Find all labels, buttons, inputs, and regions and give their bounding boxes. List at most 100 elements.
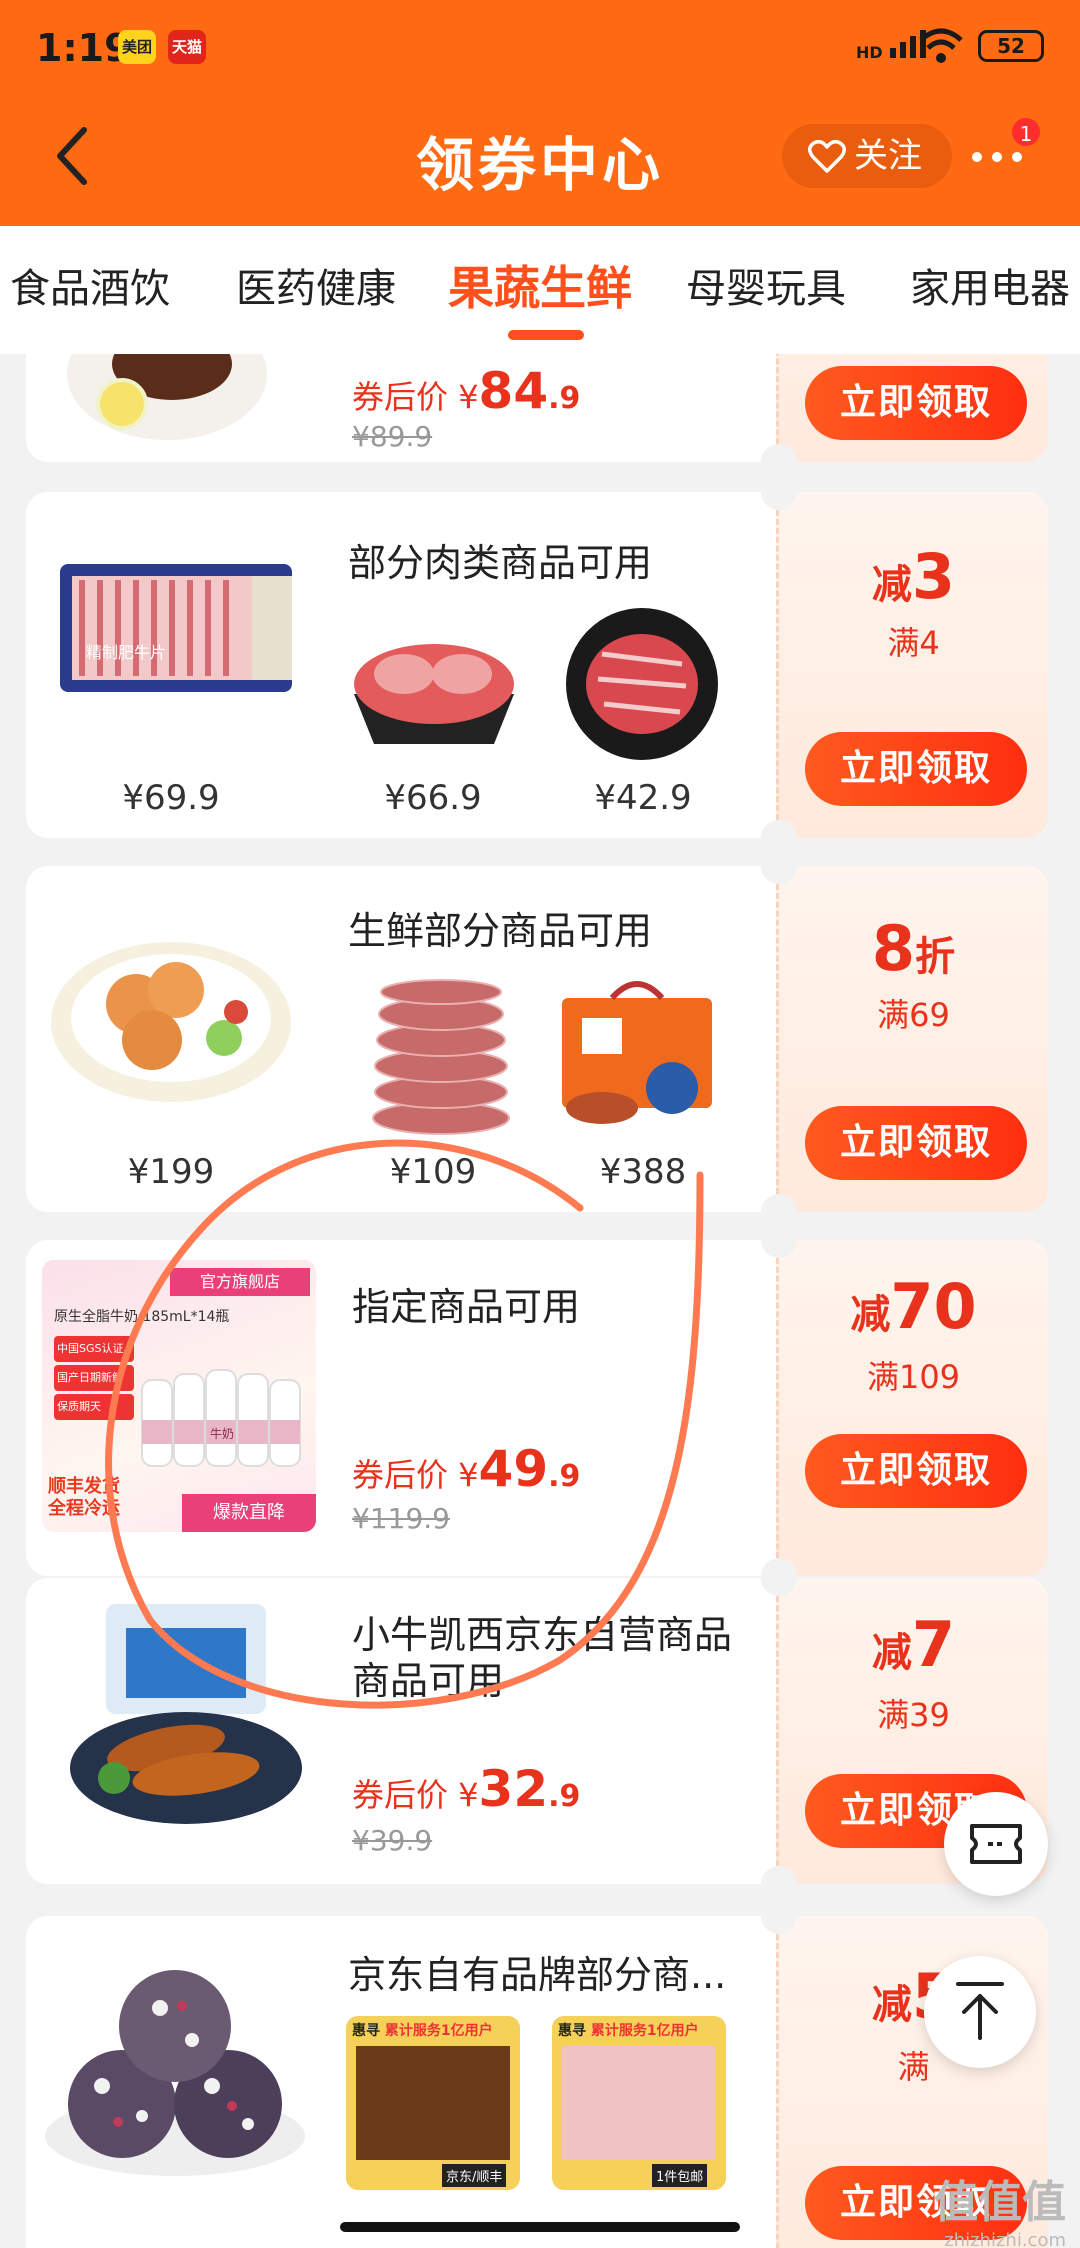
coupon-card: 京东自有品牌部分商... 惠寻 累计服务1亿用户 京东/顺丰 惠寻 累计服务1亿…: [26, 1916, 1048, 2248]
product-photo: [356, 2046, 510, 2160]
battery-icon: 52: [978, 30, 1044, 62]
discount-amount: 减70: [850, 1270, 977, 1343]
product-price: ¥42.9: [594, 778, 692, 818]
coupon-notch: [761, 1866, 797, 1884]
discount-condition: 满4: [887, 624, 940, 662]
coupon-notch: [761, 1916, 797, 1934]
coupon-panel: 立即领取: [761, 354, 1048, 462]
tab-appliances[interactable]: 家用电器: [910, 256, 1070, 314]
product-image: 官方旗舰店 原生全脂牛奶 185mL*14瓶 中国SGS认证 国产日期新鲜 保质…: [42, 1260, 316, 1532]
product-price: ¥69.9: [122, 778, 220, 818]
product-image: [70, 1604, 302, 1824]
product-price: ¥109: [389, 1152, 477, 1192]
ticket-icon: [970, 1824, 1022, 1864]
coupon-notch: [761, 444, 797, 462]
coupon-card: 精制肥牛片 ¥69.9 部分肉类商品可用 ¥66.9 ¥42.9 减3 满4 立…: [26, 492, 1048, 838]
coupon-card: ¥199 生鲜部分商品可用 ¥109 ¥388 8折 满69 立即领取: [26, 866, 1048, 1212]
discount-amount: 减7: [871, 1608, 956, 1681]
message-count-badge: 1: [1010, 116, 1042, 148]
product-image: 惠寻 累计服务1亿用户 1件包邮: [552, 2016, 726, 2190]
bottle-label: 牛奶: [210, 1426, 234, 1441]
feature-tags: 中国SGS认证 国产日期新鲜 保质期天: [54, 1336, 134, 1420]
home-indicator[interactable]: [340, 2222, 740, 2232]
discount-amount: 8折: [871, 912, 956, 985]
more-dot-icon: [992, 152, 1002, 162]
brand-tag: 惠寻 累计服务1亿用户: [558, 2023, 699, 2039]
after-coupon-price: 券后价 ¥32.9: [352, 1760, 581, 1818]
network-label: HD: [856, 43, 883, 62]
product-image: [51, 942, 291, 1102]
claim-coupon-button[interactable]: 立即领取: [805, 366, 1027, 440]
discount-condition: 满109: [866, 1358, 961, 1396]
arrow-up-icon: [956, 1982, 1004, 2040]
coupon-wallet-button[interactable]: [944, 1792, 1048, 1896]
coupon-title: 小牛凯西京东自营商品商品可用: [352, 1613, 733, 1703]
back-to-top-button[interactable]: [924, 1956, 1036, 2068]
coupon-notch: [761, 1240, 797, 1258]
package-label: 精制肥牛片: [86, 643, 166, 662]
follow-label: 关注: [854, 136, 922, 176]
after-coupon-price: 券后价 ¥84.9: [352, 362, 581, 420]
coupon-card: 官方旗舰店 原生全脂牛奶 185mL*14瓶 中国SGS认证 国产日期新鲜 保质…: [26, 1240, 1048, 1576]
product-image: [372, 979, 510, 1135]
milk-bottles-illustration: 牛奶: [141, 1369, 301, 1467]
claim-coupon-button[interactable]: 立即领取: [805, 1434, 1027, 1508]
promo-banner: 爆款直降: [182, 1494, 316, 1532]
meituan-notification-icon: 美团: [118, 30, 156, 64]
discount-amount: 减3: [871, 540, 956, 613]
coupon-panel: 减70 满109 立即领取: [761, 1240, 1048, 1576]
product-image: [562, 981, 712, 1124]
more-dot-icon: [972, 152, 982, 162]
shipping-promo: 顺丰发货 全程冷运: [48, 1476, 120, 1519]
shipping-tag: 京东/顺丰: [442, 2164, 507, 2187]
tmall-notification-icon: 天猫: [168, 30, 206, 64]
coupon-notch: [761, 1558, 797, 1576]
coupon-card: 券后价 ¥84.9 ¥89.9 立即领取: [26, 354, 1048, 462]
follow-button[interactable]: 关注: [782, 124, 952, 188]
coupon-title: 部分肉类商品可用: [348, 541, 653, 585]
coupon-notch: [761, 1578, 797, 1596]
product-spec: 原生全脂牛奶 185mL*14瓶: [54, 1309, 230, 1325]
claim-coupon-button[interactable]: 立即领取: [805, 732, 1027, 806]
product-image: [566, 608, 718, 760]
coupon-panel: 8折 满69 立即领取: [761, 866, 1048, 1212]
product-image: [45, 1970, 305, 2176]
category-tabs: 食品酒饮 医药健康 果蔬生鲜 母婴玩具 家用电器: [0, 226, 1080, 354]
wifi-icon: [919, 28, 963, 63]
product-image: 惠寻 累计服务1亿用户 京东/顺丰: [346, 2016, 520, 2190]
coupon-notch: [761, 492, 797, 510]
product-photo: [562, 2046, 716, 2160]
product-price: ¥66.9: [384, 778, 482, 818]
discount-condition: 满39: [877, 1696, 950, 1734]
coupon-panel: 减3 满4 立即领取: [761, 492, 1048, 838]
tab-health[interactable]: 医药健康: [236, 256, 396, 314]
tab-baby-toys[interactable]: 母婴玩具: [686, 256, 846, 314]
tab-food-drink[interactable]: 食品酒饮: [10, 256, 170, 314]
claim-coupon-button[interactable]: 立即领取: [805, 1106, 1027, 1180]
active-tab-indicator: [508, 330, 584, 340]
after-coupon-price: 券后价 ¥49.9: [352, 1440, 581, 1498]
coupon-notch: [761, 820, 797, 838]
original-price: ¥39.9: [352, 1824, 433, 1857]
status-bar: 1:19 美团 天猫 HD 52: [0, 0, 1080, 92]
product-image: [354, 644, 514, 744]
coupon-card: 小牛凯西京东自营商品商品可用 券后价 ¥32.9 ¥39.9 减7 满39 立即…: [26, 1578, 1048, 1884]
shipping-tag: 1件包邮: [652, 2164, 708, 2187]
app-header: 1:19 美团 天猫 HD 52 领券中心 关注 1: [0, 0, 1080, 226]
more-dot-icon: [1012, 152, 1022, 162]
original-price: ¥89.9: [352, 420, 433, 453]
coupon-title: 京东自有品牌部分商...: [348, 1953, 727, 1997]
product-price: ¥199: [127, 1152, 215, 1192]
original-price: ¥119.9: [352, 1502, 450, 1535]
heart-icon: [808, 140, 846, 173]
tab-fresh-produce[interactable]: 果蔬生鲜: [448, 252, 632, 318]
brand-tag: 惠寻 累计服务1亿用户: [352, 2023, 493, 2039]
store-tag: 官方旗舰店: [170, 1268, 310, 1296]
discount-condition: 满69: [877, 996, 950, 1034]
coupon-title: 指定商品可用: [352, 1285, 581, 1329]
product-image: 精制肥牛片: [60, 564, 292, 692]
coupon-list: 券后价 ¥84.9 ¥89.9 立即领取 精制肥牛片 ¥69.9 部分肉类商品可…: [0, 354, 1080, 2248]
coupon-title: 生鲜部分商品可用: [348, 909, 653, 953]
coupon-notch: [761, 866, 797, 884]
coupon-notch: [761, 1194, 797, 1212]
